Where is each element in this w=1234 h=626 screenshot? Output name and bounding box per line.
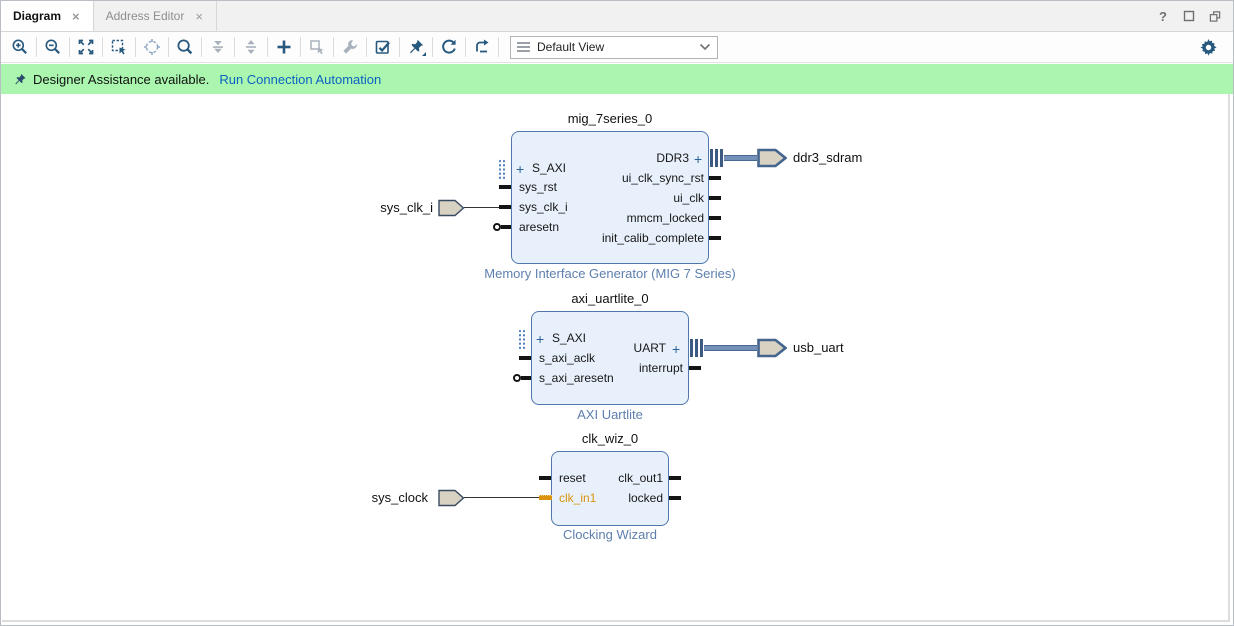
diagram-toolbar: Default View: [1, 32, 1233, 63]
tab-diagram[interactable]: Diagram ×: [1, 1, 94, 31]
refresh-icon[interactable]: [436, 35, 462, 59]
diagram-canvas[interactable]: [2, 94, 1230, 622]
maximize-icon[interactable]: [1183, 10, 1195, 22]
zoom-to-selection-icon[interactable]: [106, 35, 132, 59]
regenerate-layout-icon[interactable]: [469, 35, 495, 59]
close-icon[interactable]: ×: [71, 10, 81, 23]
pin-layout-icon[interactable]: [403, 35, 429, 59]
zoom-out-icon[interactable]: [40, 35, 66, 59]
tab-bar: Diagram × Address Editor × ?: [1, 1, 1233, 32]
diagram-window: Diagram × Address Editor × ?: [0, 0, 1234, 626]
tab-diagram-label: Diagram: [13, 9, 61, 23]
zoom-fit-icon[interactable]: [73, 35, 99, 59]
assistance-pin-icon: [13, 72, 27, 87]
run-connection-automation-link[interactable]: Run Connection Automation: [219, 72, 381, 87]
close-icon[interactable]: ×: [194, 10, 204, 23]
zoom-in-icon[interactable]: [7, 35, 33, 59]
copy-icon[interactable]: [304, 35, 330, 59]
select-area-icon[interactable]: [139, 35, 165, 59]
help-icon[interactable]: ?: [1157, 10, 1169, 22]
tab-address-editor-label: Address Editor: [106, 9, 185, 23]
search-icon[interactable]: [172, 35, 198, 59]
add-ip-icon[interactable]: [271, 35, 297, 59]
designer-assistance-banner: Designer Assistance available. Run Conne…: [1, 64, 1233, 94]
tab-address-editor[interactable]: Address Editor ×: [94, 1, 217, 31]
window-controls: ?: [1157, 1, 1233, 31]
float-icon[interactable]: [1209, 10, 1221, 22]
view-selector-dropdown[interactable]: Default View: [510, 36, 718, 59]
settings-gear-icon[interactable]: [1195, 35, 1221, 59]
collapse-icon[interactable]: [205, 35, 231, 59]
chevron-down-icon: [699, 43, 711, 51]
layers-icon: [517, 42, 530, 53]
view-selector-value: Default View: [537, 40, 604, 54]
validate-design-icon[interactable]: [370, 35, 396, 59]
customize-wrench-icon[interactable]: [337, 35, 363, 59]
banner-message: Designer Assistance available.: [33, 72, 209, 87]
expand-icon[interactable]: [238, 35, 264, 59]
